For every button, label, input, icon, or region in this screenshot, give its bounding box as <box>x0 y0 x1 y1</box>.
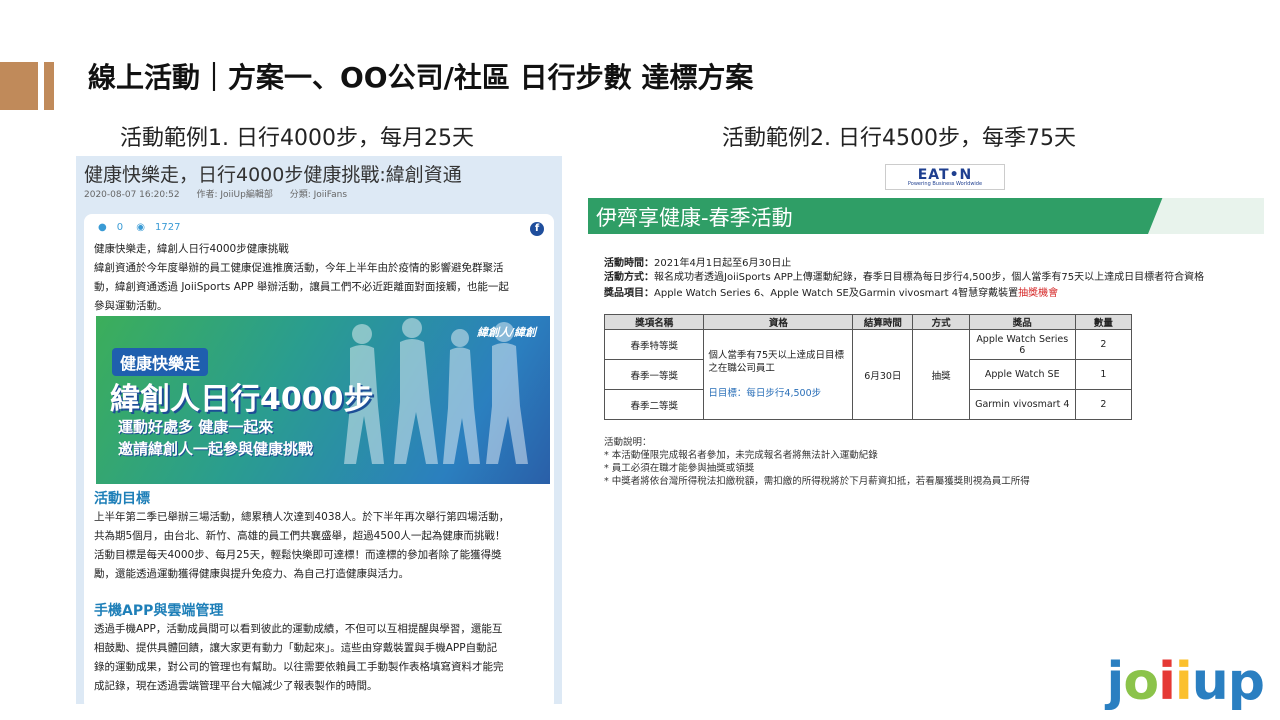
table-row: 春季特等獎 個人當季有75天以上達成日目標 之在職公司員工 日目標：每日步行4,… <box>603 329 1133 420</box>
intro-title: 健康快樂走，緯創人日行4000步健康挑戰 <box>94 243 289 255</box>
prize-items: 獎品項目：Apple Watch Series 6、Apple Watch SE… <box>604 288 1059 299</box>
prize-name: Garmin vivosmart 4 <box>968 389 1076 420</box>
settle-date: 6月30日 <box>852 329 914 420</box>
goal-line: 勵，還能透過運動獲得健康與提升免疫力、為自己打造健康與活力。 <box>94 568 409 580</box>
note-line: * 本活動僅限完成報名者參加，未完成報名者將無法計入運動紀錄 <box>604 450 878 461</box>
award-name: 春季特等獎 <box>603 329 705 360</box>
intro-line: 緯創資通於今年度舉辦的員工健康促進推廣活動，今年上半年由於疫情的影響避免群聚活 <box>94 262 504 274</box>
award-name: 春季一等獎 <box>603 359 705 390</box>
prize-name: Apple Watch Series 6 <box>968 329 1076 360</box>
intro-line: 參與運動活動。 <box>94 300 168 312</box>
section-title-app: 手機APP與雲端管理 <box>94 603 224 619</box>
prize-qty: 2 <box>1074 389 1133 420</box>
col-header: 數量 <box>1074 314 1133 330</box>
prize-table: 獎項名稱 資格 結算時間 方式 獎品 數量 春季特等獎 個人當季有75天以上達成… <box>603 314 1133 420</box>
article-category: 分類: JoiiFans <box>289 190 348 200</box>
table-header-row: 獎項名稱 資格 結算時間 方式 獎品 數量 <box>603 314 1133 330</box>
app-line: 相鼓勵、提供具體回饋，讓大家更有動力「動起來」。這些由穿戴裝置與手機APP自動記 <box>94 642 498 654</box>
goal-line: 上半年第二季已舉辦三場活動，總累積人次達到4038人。於下半年再次舉行第四場活動… <box>94 511 510 523</box>
article-headline: 健康快樂走，日行4000步健康挑戰:緯創資通 <box>84 164 462 186</box>
eaton-campaign-panel: EAT•N Powering Business Worldwide 伊齊享健康-… <box>588 156 1264 498</box>
view-count: 1727 <box>155 222 181 233</box>
facebook-share-icon[interactable]: f <box>530 222 544 236</box>
prize-name: Apple Watch SE <box>968 359 1076 390</box>
article-screenshot-panel: 健康快樂走，日行4000步健康挑戰:緯創資通 2020-08-07 16:20:… <box>76 156 562 704</box>
col-header: 結算時間 <box>852 314 914 330</box>
banner-line-1: 運動好處多 健康一起來 <box>118 418 274 436</box>
article-date: 2020-08-07 16:20:52 <box>84 190 180 200</box>
col-header: 資格 <box>703 314 854 330</box>
award-method: 抽獎 <box>912 329 970 420</box>
slide-title: 線上活動｜方案一、OO公司/社區 日行步數 達標方案 <box>88 61 754 94</box>
campaign-banner-image: 緯創人/緯創 健康快樂走 緯創人日行4000步 運動好處多 健康一起來 邀請緯創… <box>96 316 550 484</box>
activity-method: 活動方式：報名成功者透過JoiiSports APP上傳運動紀錄，春季日目標為每… <box>604 272 1205 283</box>
banner-tag: 健康快樂走 <box>112 348 209 376</box>
col-header: 獎品 <box>968 314 1076 330</box>
note-line: * 中獎者將依台灣所得稅法扣繳稅額，需扣繳的所得稅將於下月薪資扣抵，若看屬獲獎則… <box>604 476 1030 487</box>
title-accent-bar <box>0 62 38 110</box>
award-name: 春季二等獎 <box>603 389 705 420</box>
view-icon: ◉ <box>136 222 146 233</box>
comment-icon: ● <box>98 222 107 233</box>
eaton-logo: EAT•N Powering Business Worldwide <box>885 164 1005 190</box>
app-line: 透過手機APP，活動成員間可以看到彼此的運動成績，不但可以互相提醒與學習，還能互 <box>94 623 503 635</box>
app-line: 成記錄，現在透過雲端管理平台大幅減少了報表製作的時間。 <box>94 680 378 692</box>
col-header: 獎項名稱 <box>603 314 705 330</box>
prize-qty: 1 <box>1074 359 1133 390</box>
title-accent-bar-thin <box>44 62 54 110</box>
example-2-caption: 活動範例2. 日行4500步，每季75天 <box>722 126 1076 151</box>
col-header: 方式 <box>912 314 970 330</box>
article-meta: 2020-08-07 16:20:52 作者: JoiiUp編輯部 分類: Jo… <box>84 187 361 200</box>
example-1-caption: 活動範例1. 日行4000步，每月25天 <box>120 126 474 151</box>
note-line: * 員工必須在職才能參與抽獎或領獎 <box>604 463 755 474</box>
article-card: ● 0 ◉ 1727 f 健康快樂走，緯創人日行4000步健康挑戰 緯創資通於今年度… <box>84 214 554 704</box>
article-stats: ● 0 ◉ 1727 <box>98 222 190 233</box>
campaign-title: 伊齊享健康-春季活動 <box>596 206 793 230</box>
banner-main-text: 緯創人日行4000步 <box>110 382 374 417</box>
app-line: 錄的運動成果，對公司的管理也有幫助。以往需要依賴員工手動製作表格填寫資料才能完 <box>94 661 504 673</box>
comment-count: 0 <box>116 222 124 233</box>
intro-line: 動，緯創資通透過 JoiiSports APP 舉辦活動，讓員工們不必近距離面對… <box>94 281 509 293</box>
eligibility-cell: 個人當季有75天以上達成日目標 之在職公司員工 日目標：每日步行4,500步 <box>703 329 854 420</box>
joiiup-logo: joiiup <box>1106 652 1265 712</box>
notes-title: 活動說明： <box>604 437 652 448</box>
article-author: 作者: JoiiUp編輯部 <box>196 190 273 200</box>
goal-line: 活動目標是每天4000步、每月25天，輕鬆快樂即可達標！而達標的參加者除了能獲得… <box>94 549 502 561</box>
banner-line-2: 邀請緯創人一起參與健康挑戰 <box>118 440 314 458</box>
goal-line: 共為期5個月，由台北、新竹、高雄的員工們共襄盛舉，超過4500人一起為健康而挑戰… <box>94 530 506 542</box>
prize-qty: 2 <box>1074 329 1133 360</box>
activity-time: 活動時間：2021年4月1日起至6月30日止 <box>604 258 792 269</box>
section-title-goal: 活動目標 <box>94 491 150 507</box>
